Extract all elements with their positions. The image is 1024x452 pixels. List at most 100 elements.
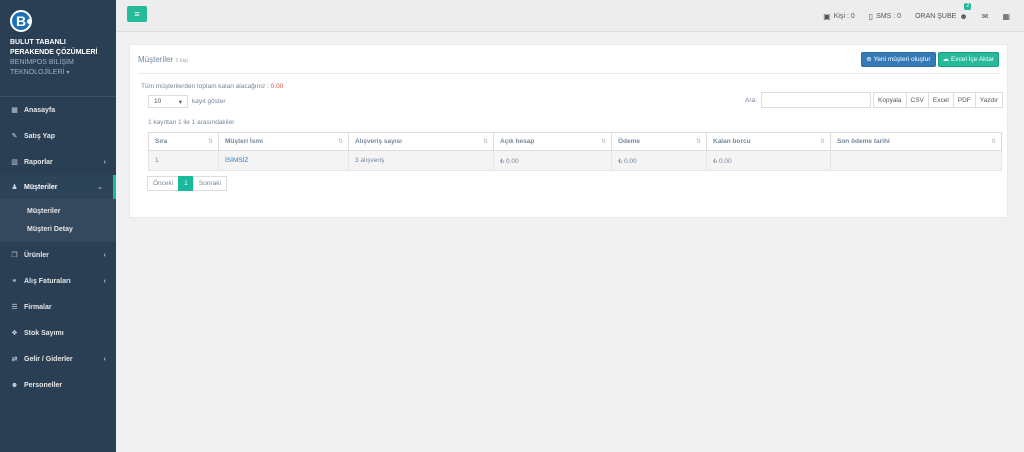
sidebar-item-personeller[interactable]: ☻ Personeller	[0, 372, 116, 398]
column-header-alisveris-sayisi[interactable]: Alışveriş sayısı ⇅	[348, 132, 494, 151]
copy-icon: ❐	[11, 252, 18, 259]
brand-name: BULUT TABANLI PERAKENDE ÇÖZÜMLERİ	[10, 39, 98, 56]
chevron-down-icon: ⌄	[97, 184, 103, 191]
sidebar-item-urunler[interactable]: ❐ Ürünler ‹	[0, 242, 116, 268]
copy-button[interactable]: Kopyala	[873, 92, 907, 108]
table-header-row: Sıra ⇅ Müşteri İsmi ⇅ Alışveriş sayısı ⇅ Aç…	[148, 132, 1002, 151]
list-icon: ☰	[11, 304, 18, 311]
column-header-sira[interactable]: Sıra ⇅	[148, 132, 219, 151]
plus-circle-icon: ⊕	[866, 56, 872, 63]
envelope-icon: ✉	[981, 11, 989, 21]
sidebar: B BULUT TABANLI PERAKENDE ÇÖZÜMLERİ BENİ…	[0, 0, 116, 452]
messages-button[interactable]: ✉	[982, 12, 989, 21]
cell-acik-hesap: ₺ 0.00	[493, 150, 612, 171]
sort-icon: ⇅	[337, 139, 343, 145]
header-actions: ⊕ Yeni müşteri oluştur ☁ Excel İçe Aktar	[861, 51, 999, 67]
logo-dot-icon	[27, 19, 32, 24]
sidebar-item-gelir-giderler[interactable]: ⇄ Gelir / Giderler ‹	[0, 346, 116, 372]
cell-alisveris-sayisi: 3 alışveriş	[348, 150, 494, 171]
column-header-acik-hesap[interactable]: Açık hesap ⇅	[493, 132, 612, 151]
brand-logo[interactable]: B	[10, 10, 32, 32]
cell-musteri-ismi: İSİMSİZ	[218, 150, 349, 171]
sidebar-item-firmalar[interactable]: ☰ Firmalar	[0, 294, 116, 320]
users-icon: ☻	[959, 11, 968, 21]
dashboard-icon: ▦	[11, 107, 18, 114]
page-length-select[interactable]: 10 ▾	[148, 95, 188, 108]
kisi-counter[interactable]: ▣ Kişi : 0	[823, 12, 855, 21]
search-box: Ara:	[745, 92, 871, 108]
top-right-nav: ▣ Kişi : 0 ▯ SMS : 0 ORAN ŞUBE ☻ 2 ✉ ▦	[823, 0, 1024, 32]
sort-asc-icon: ⇅	[207, 139, 213, 145]
link-icon: ⚭	[11, 278, 18, 285]
column-header-odeme[interactable]: Ödeme ⇅	[611, 132, 707, 151]
sidebar-item-alis-faturalari[interactable]: ⚭ Alış Faturaları ‹	[0, 268, 116, 294]
total-value: 0.00	[270, 83, 284, 90]
edit-icon: ✎	[11, 133, 18, 140]
sort-icon: ⇅	[600, 139, 606, 145]
cell-kalan-borcu: ₺ 0.00	[706, 150, 831, 171]
chevron-left-icon: ‹	[103, 277, 106, 285]
panel-header: Müşteriler 1 kişi ⊕ Yeni müşteri oluştur…	[138, 45, 999, 74]
male-icon: ♟	[11, 184, 18, 191]
excel-import-button[interactable]: ☁ Excel İçe Aktar	[937, 51, 999, 67]
chevron-left-icon: ‹	[103, 251, 106, 259]
table-row: 1 İSİMSİZ 3 alışveriş ₺ 0.00 ₺ 0.00 ₺ 0.…	[148, 150, 1002, 171]
caret-down-icon: ▾	[178, 98, 182, 106]
csv-button[interactable]: CSV	[905, 92, 929, 108]
sort-icon: ⇅	[819, 139, 825, 145]
column-header-son-odeme-tarihi[interactable]: Son ödeme tarihi ⇅	[830, 132, 1002, 151]
sort-icon: ⇅	[695, 139, 701, 145]
customers-panel: Müşteriler 1 kişi ⊕ Yeni müşteri oluştur…	[129, 44, 1008, 218]
brand: B BULUT TABANLI PERAKENDE ÇÖZÜMLERİ BENİ…	[0, 0, 116, 88]
notification-badge: 2	[964, 2, 972, 10]
total-receivable: Tüm müşterilerden toplam kalan alacağını…	[141, 83, 284, 90]
column-header-kalan-borcu[interactable]: Kalan borcu ⇅	[706, 132, 831, 151]
cloud-upload-icon: ☁	[942, 56, 950, 63]
sidebar-item-raporlar[interactable]: ▥ Raporlar ‹	[0, 149, 116, 175]
company-menu[interactable]: BENİMPOS BİLİŞİM TEKNOLOJİLERİ ▾	[10, 58, 106, 78]
prev-page-button[interactable]: Önceki	[147, 176, 180, 191]
cell-sira: 1	[148, 150, 219, 171]
customer-count: 1 kişi	[175, 57, 188, 64]
caret-down-icon: ▾	[66, 70, 70, 76]
page-1-button[interactable]: 1	[178, 176, 194, 191]
customers-table: Sıra ⇅ Müşteri İsmi ⇅ Alışveriş sayısı ⇅ Aç…	[148, 132, 1002, 171]
next-page-button[interactable]: Sonraki	[192, 176, 227, 191]
branch-selector[interactable]: ORAN ŞUBE ☻ 2	[915, 2, 972, 21]
export-buttons: Kopyala CSV Excel PDF Yazdır	[873, 92, 1004, 108]
hamburger-icon: ≡	[134, 9, 140, 19]
sms-counter[interactable]: ▯ SMS : 0	[869, 12, 901, 21]
cubes-icon: ❖	[11, 330, 18, 337]
sidebar-subitem-musteri-detay[interactable]: Müşteri Detay	[0, 220, 116, 238]
sidebar-subitem-musteriler[interactable]: Müşteriler	[0, 202, 116, 220]
print-button[interactable]: Yazdır	[974, 92, 1004, 108]
grid-icon: ▦	[1002, 11, 1010, 21]
cell-odeme: ₺ 0.00	[611, 150, 707, 171]
chevron-left-icon: ‹	[103, 355, 106, 363]
sidebar-item-stok-sayimi[interactable]: ❖ Stok Sayımı	[0, 320, 116, 346]
search-input[interactable]	[760, 92, 871, 108]
top-bar: ≡ ▣ Kişi : 0 ▯ SMS : 0 ORAN ŞUBE ☻ 2 ✉ ▦	[116, 0, 1024, 32]
column-header-musteri-ismi[interactable]: Müşteri İsmi ⇅	[218, 132, 349, 151]
table-info: 1 kayıttan 1 ile 1 arasındakiler	[148, 119, 235, 126]
pdf-button[interactable]: PDF	[952, 92, 976, 108]
new-customer-button[interactable]: ⊕ Yeni müşteri oluştur	[861, 51, 936, 67]
mobile-icon: ▯	[868, 11, 874, 21]
excel-button[interactable]: Excel	[927, 92, 954, 108]
sort-icon: ⇅	[482, 139, 488, 145]
sort-icon: ⇅	[990, 139, 996, 145]
users-icon: ☻	[10, 381, 19, 389]
menu-toggle-button[interactable]: ≡	[127, 6, 147, 22]
pagination: Önceki 1 Sonraki	[147, 176, 227, 191]
sidebar-subnav: Müşteriler Müşteri Detay	[0, 199, 116, 242]
sidebar-item-satis-yap[interactable]: ✎ Satış Yap	[0, 123, 116, 149]
user-card-icon: ▣	[823, 11, 831, 21]
users-badge-wrap: ☻ 2	[959, 2, 972, 21]
page-title: Müşteriler 1 kişi	[138, 54, 188, 64]
sidebar-nav: ▦ Anasayfa ✎ Satış Yap ▥ Raporlar ‹ ♟ Mü…	[0, 96, 116, 398]
apps-button[interactable]: ▦	[1002, 12, 1010, 21]
sidebar-item-anasayfa[interactable]: ▦ Anasayfa	[0, 97, 116, 123]
exchange-icon: ⇄	[11, 356, 18, 363]
customer-link[interactable]: İSİMSİZ	[225, 157, 248, 164]
sidebar-item-musteriler[interactable]: ♟ Müşteriler ⌄	[0, 175, 116, 199]
